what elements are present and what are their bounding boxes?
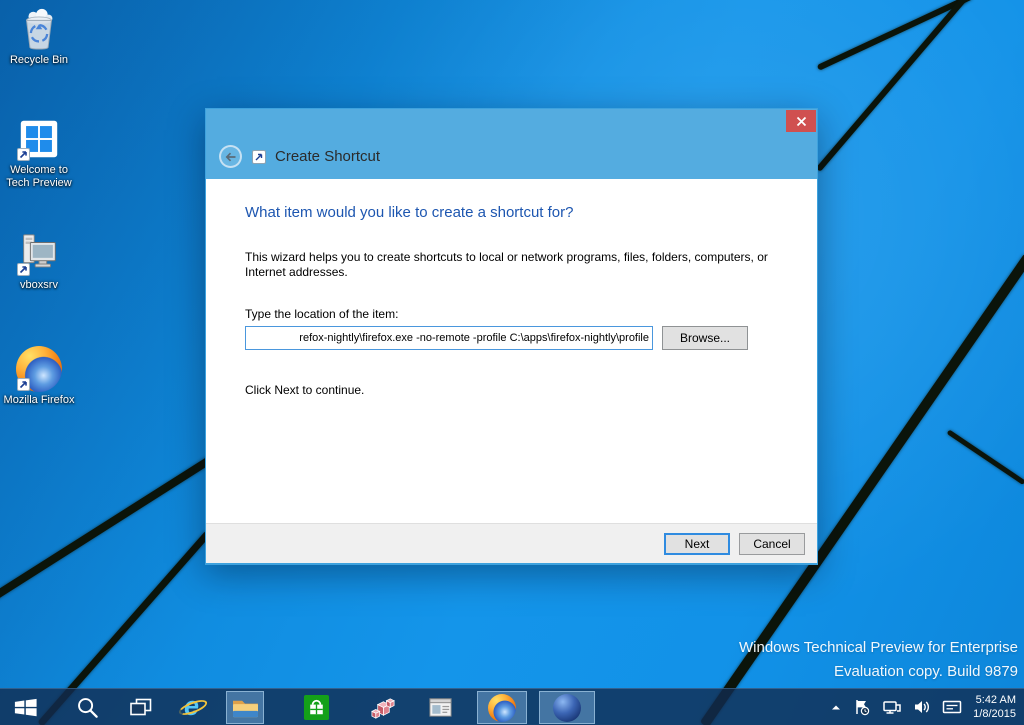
desktop-icon-label: Recycle Bin — [9, 54, 69, 66]
desktop: Recycle Bin Welcome to Tech Preview vbox… — [0, 0, 1024, 725]
registry-cubes-icon — [370, 698, 395, 719]
nightly-globe-icon — [553, 693, 581, 722]
search-button[interactable] — [70, 689, 104, 725]
firefox-icon — [16, 346, 62, 392]
shortcut-arrow-icon — [17, 378, 30, 391]
start-button[interactable] — [8, 689, 42, 725]
tray-date: 1/8/2015 — [973, 708, 1016, 720]
browse-button[interactable]: Browse... — [662, 326, 748, 350]
show-hidden-icons-chevron[interactable] — [830, 701, 842, 713]
nightly-taskbar-button[interactable] — [539, 691, 595, 724]
close-icon — [796, 116, 806, 126]
file-explorer-icon — [232, 700, 258, 718]
task-view-icon — [130, 698, 152, 715]
shortcut-arrow-icon — [17, 148, 30, 161]
system-tray: 5:42 AM 1/8/2015 — [830, 689, 1024, 725]
network-computer-icon — [16, 231, 62, 277]
windows-tile-icon — [16, 116, 62, 162]
store-button[interactable] — [299, 689, 333, 725]
dialog-title: Create Shortcut — [275, 148, 381, 165]
network-icon[interactable] — [882, 698, 902, 716]
close-button[interactable] — [786, 110, 816, 132]
store-icon — [303, 694, 329, 721]
dialog-header: Create Shortcut — [206, 134, 817, 179]
windows-logo-icon — [14, 698, 37, 717]
watermark-line1: Windows Technical Preview for Enterprise — [738, 639, 1018, 656]
desktop-icon-label: Welcome to Tech Preview — [6, 164, 72, 189]
dialog-titlebar[interactable] — [206, 109, 817, 134]
task-view-button[interactable] — [124, 689, 158, 725]
desktop-icon-label: vboxsrv — [20, 279, 58, 291]
back-arrow-icon — [225, 152, 235, 161]
taskbar: e 5:42 AM 1/8/2015 — [0, 688, 1024, 725]
back-button[interactable] — [219, 145, 242, 168]
desktop-icon-welcome-tech-preview[interactable]: Welcome to Tech Preview — [0, 116, 78, 190]
dialog-description: This wizard helps you to create shortcut… — [245, 250, 768, 279]
dialog-body: What item would you like to create a sho… — [206, 179, 817, 523]
tray-time: 5:42 AM — [975, 694, 1016, 706]
recycle-bin-icon — [16, 6, 62, 52]
next-hint-text: Click Next to continue. — [245, 383, 365, 397]
desktop-icon-vboxsrv[interactable]: vboxsrv — [0, 231, 78, 292]
tray-clock[interactable]: 5:42 AM 1/8/2015 — [973, 693, 1016, 721]
firefox-taskbar-button[interactable] — [477, 691, 527, 724]
dialog-heading: What item would you like to create a sho… — [245, 204, 574, 221]
action-center-flag-icon[interactable] — [853, 698, 871, 716]
watermark-line2: Evaluation copy. Build 9879 — [833, 663, 1018, 680]
app-window-icon — [428, 698, 452, 717]
shortcut-dialog-icon — [252, 149, 266, 164]
cancel-button[interactable]: Cancel — [739, 532, 805, 555]
evaluation-watermark: Windows Technical Preview for Enterprise… — [739, 636, 1018, 684]
desktop-icon-label: Mozilla Firefox — [3, 394, 75, 406]
desktop-icon-mozilla-firefox[interactable]: Mozilla Firefox — [0, 346, 78, 407]
dialog-footer: Next Cancel — [206, 523, 817, 563]
location-input[interactable] — [245, 326, 653, 350]
internet-explorer-icon: e — [177, 691, 209, 723]
desktop-icon-recycle-bin[interactable]: Recycle Bin — [0, 6, 78, 67]
volume-icon[interactable] — [913, 698, 931, 716]
search-icon — [77, 698, 98, 718]
firefox-icon — [488, 693, 516, 722]
file-explorer-button[interactable] — [226, 691, 264, 724]
create-shortcut-dialog: Create Shortcut What item would you like… — [205, 108, 818, 565]
touch-keyboard-icon[interactable] — [942, 699, 962, 715]
next-button[interactable]: Next — [664, 532, 730, 555]
app-window-button[interactable] — [423, 689, 457, 725]
registry-editor-button[interactable] — [366, 689, 400, 725]
location-field-label: Type the location of the item: — [245, 307, 399, 321]
shortcut-arrow-icon — [17, 263, 30, 276]
internet-explorer-button[interactable]: e — [176, 689, 210, 725]
